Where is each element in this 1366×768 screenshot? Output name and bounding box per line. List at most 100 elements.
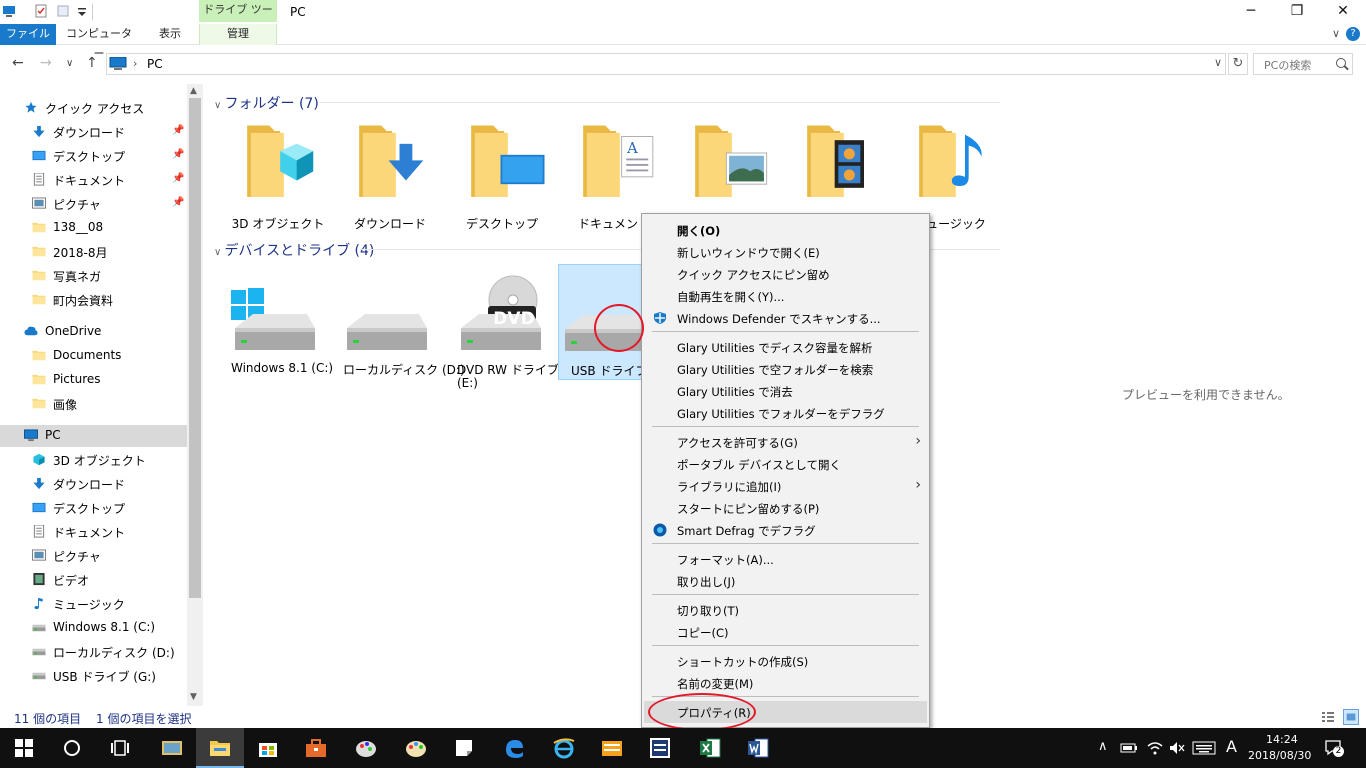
close-button[interactable]: ✕ bbox=[1320, 0, 1366, 24]
nav-item[interactable]: PC bbox=[0, 425, 187, 447]
nav-item[interactable]: ピクチャ 📌 bbox=[0, 193, 187, 215]
help-icon[interactable]: ? bbox=[1346, 27, 1360, 41]
nav-item[interactable]: ローカルディスク (D:) bbox=[0, 641, 187, 663]
search-box[interactable]: PCの検索 bbox=[1253, 53, 1353, 75]
menu-item[interactable]: 名前の変更(M) bbox=[644, 672, 927, 694]
taskbar-app[interactable] bbox=[292, 728, 340, 768]
address-bar[interactable]: › PC ∨ bbox=[106, 53, 1226, 75]
scroll-thumb[interactable] bbox=[189, 98, 201, 598]
nav-item[interactable]: 3D オブジェクト bbox=[0, 449, 187, 471]
customize-toolbar-icon[interactable] bbox=[75, 4, 89, 18]
pin-icon[interactable]: 📌 bbox=[172, 173, 184, 184]
menu-item[interactable]: スタートにピン留めする(P) bbox=[644, 497, 927, 519]
menu-item[interactable]: 開く(O) bbox=[644, 219, 927, 241]
menu-item[interactable]: ライブラリに追加(I) › bbox=[644, 475, 927, 497]
scroll-down-icon[interactable]: ▼ bbox=[190, 692, 197, 702]
clock-time[interactable]: 14:24 bbox=[1266, 733, 1298, 746]
nav-item[interactable]: ミュージック bbox=[0, 593, 187, 615]
menu-item[interactable]: クイック アクセスにピン留め bbox=[644, 263, 927, 285]
nav-item[interactable]: 138__08 bbox=[0, 217, 187, 239]
drive-tile[interactable]: DVD DVD RW ドライブ (E:) bbox=[455, 264, 559, 390]
menu-item[interactable]: Glary Utilities で空フォルダーを検索 bbox=[644, 358, 927, 380]
folder-tile[interactable]: デスクトップ bbox=[450, 120, 554, 231]
pin-icon[interactable]: 📌 bbox=[172, 149, 184, 160]
tab-manage[interactable]: 管理 bbox=[199, 24, 277, 45]
nav-item[interactable]: クイック アクセス bbox=[0, 97, 187, 119]
menu-item[interactable]: ショートカットの作成(S) bbox=[644, 650, 927, 672]
nav-item[interactable]: 画像 bbox=[0, 393, 187, 415]
menu-item[interactable]: Smart Defrag でデフラグ bbox=[644, 519, 927, 541]
restore-button[interactable]: ❐ bbox=[1274, 0, 1320, 24]
taskbar-app[interactable] bbox=[148, 728, 196, 768]
collapse-chevron-icon[interactable]: ∨ bbox=[214, 100, 225, 111]
taskbar-app[interactable] bbox=[244, 728, 292, 768]
taskbar-app[interactable] bbox=[440, 728, 488, 768]
nav-item[interactable]: OneDrive bbox=[0, 321, 187, 343]
nav-item[interactable]: ピクチャ bbox=[0, 545, 187, 567]
forward-button[interactable]: → bbox=[40, 55, 52, 71]
menu-item[interactable]: ポータブル デバイスとして開く bbox=[644, 453, 927, 475]
battery-icon[interactable] bbox=[1120, 741, 1138, 755]
taskbar-app[interactable] bbox=[196, 728, 244, 768]
action-center-icon[interactable]: 2 bbox=[1324, 738, 1344, 758]
tray-overflow-icon[interactable]: ∧ bbox=[1098, 739, 1108, 754]
details-view-icon[interactable] bbox=[1320, 709, 1336, 725]
breadcrumb-separator[interactable]: › bbox=[133, 57, 137, 70]
navigation-pane[interactable]: クイック アクセス ダウンロード 📌 デスクトップ 📌 ドキュメント 📌 ピクチャ 📌 138__… bbox=[0, 84, 203, 706]
drive-tile[interactable]: Windows 8.1 (C:) bbox=[229, 264, 333, 380]
nav-item[interactable]: 町内会資料 bbox=[0, 289, 187, 311]
menu-item[interactable]: コピー(C) bbox=[644, 621, 927, 643]
new-folder-icon[interactable] bbox=[56, 4, 70, 18]
nav-item[interactable]: Windows 8.1 (C:) bbox=[0, 617, 187, 639]
menu-item[interactable]: 取り出し(J) bbox=[644, 570, 927, 592]
clock-date[interactable]: 2018/08/30 bbox=[1248, 749, 1311, 762]
breadcrumb-pc[interactable]: PC bbox=[147, 57, 163, 71]
tab-view[interactable]: 表示 bbox=[146, 24, 194, 45]
keyboard-icon[interactable] bbox=[1192, 741, 1216, 755]
nav-item[interactable]: USB ドライブ (G:) bbox=[0, 665, 187, 687]
taskbar-app[interactable] bbox=[342, 728, 390, 768]
taskbar-app[interactable] bbox=[392, 728, 440, 768]
folders-group-header[interactable]: ∨ フォルダー (7) bbox=[214, 93, 319, 113]
folder-tile[interactable]: 3D オブジェクト bbox=[226, 120, 330, 231]
properties-checklist-icon[interactable] bbox=[34, 4, 48, 18]
back-button[interactable]: ← bbox=[12, 55, 24, 71]
taskbar-app[interactable] bbox=[734, 728, 782, 768]
expand-ribbon-icon[interactable]: ∨ bbox=[1332, 27, 1340, 40]
taskbar-app[interactable] bbox=[540, 728, 588, 768]
taskbar-app[interactable] bbox=[48, 728, 96, 768]
large-icons-view-icon[interactable] bbox=[1343, 709, 1359, 725]
volume-muted-icon[interactable] bbox=[1168, 740, 1186, 756]
minimize-button[interactable]: ─ bbox=[1228, 0, 1274, 24]
nav-item[interactable]: Pictures bbox=[0, 369, 187, 391]
refresh-button[interactable]: ↻ bbox=[1228, 53, 1248, 75]
nav-item[interactable]: ドキュメント bbox=[0, 521, 187, 543]
menu-item[interactable]: 新しいウィンドウで開く(E) bbox=[644, 241, 927, 263]
up-button[interactable]: ↑ bbox=[86, 55, 98, 71]
taskbar-app[interactable] bbox=[96, 728, 144, 768]
folder-tile[interactable]: ダウンロード bbox=[338, 120, 442, 231]
nav-item[interactable]: 写真ネガ bbox=[0, 265, 187, 287]
nav-scrollbar[interactable]: ▲ ▼ bbox=[187, 84, 203, 706]
scroll-up-icon[interactable]: ▲ bbox=[190, 86, 197, 96]
nav-item[interactable]: ビデオ bbox=[0, 569, 187, 591]
nav-item[interactable]: デスクトップ bbox=[0, 497, 187, 519]
menu-item[interactable]: Glary Utilities でディスク容量を解析 bbox=[644, 336, 927, 358]
menu-item[interactable]: Windows Defender でスキャンする... bbox=[644, 307, 927, 329]
menu-item[interactable]: Glary Utilities で消去 bbox=[644, 380, 927, 402]
nav-item[interactable]: ダウンロード bbox=[0, 473, 187, 495]
menu-item[interactable]: 切り取り(T) bbox=[644, 599, 927, 621]
tab-computer[interactable]: コンピューター bbox=[62, 24, 136, 60]
nav-item[interactable]: 2018-8月 bbox=[0, 241, 187, 263]
drive-tile[interactable]: ローカルディスク (D:) bbox=[341, 264, 465, 380]
menu-item[interactable]: Glary Utilities でフォルダーをデフラグ bbox=[644, 402, 927, 424]
taskbar-app[interactable] bbox=[636, 728, 684, 768]
collapse-chevron-icon[interactable]: ∨ bbox=[214, 247, 225, 258]
taskbar-app[interactable] bbox=[0, 728, 48, 768]
menu-item[interactable]: アクセスを許可する(G) › bbox=[644, 431, 927, 453]
taskbar-app[interactable] bbox=[686, 728, 734, 768]
ime-indicator[interactable]: A bbox=[1226, 737, 1237, 756]
pin-icon[interactable]: 📌 bbox=[172, 125, 184, 136]
nav-item[interactable]: ダウンロード 📌 bbox=[0, 121, 187, 143]
address-dropdown-icon[interactable]: ∨ bbox=[1214, 56, 1222, 69]
